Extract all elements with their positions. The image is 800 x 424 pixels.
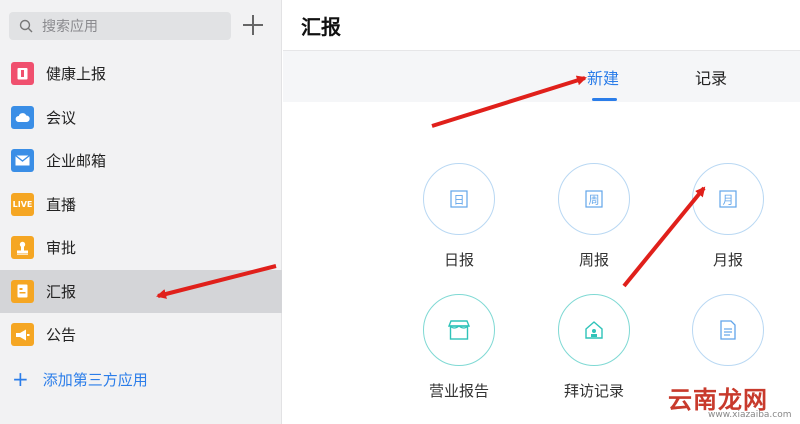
tile-visit-record[interactable]: 拜访记录 (549, 294, 639, 401)
tile-document-report[interactable] (683, 294, 773, 380)
active-tab-indicator (592, 98, 617, 101)
stamp-icon (11, 236, 34, 260)
sidebar-item-label: 健康上报 (46, 65, 107, 84)
store-icon (423, 294, 495, 366)
plus-icon: + (12, 367, 29, 391)
tile-business-report[interactable]: 营业报告 (414, 294, 504, 401)
watermark-url: www.xiazaiba.com (708, 410, 792, 420)
sidebar-item-label: 审批 (46, 239, 77, 258)
sidebar: 搜索应用 健康上报 会议 企业邮箱 LIVE 直播 审批 汇报 公告 + 添加第… (0, 0, 282, 424)
page-title: 汇报 (301, 15, 341, 39)
tile-label: 月报 (712, 251, 743, 269)
tab-bar: 新建 记录 (283, 50, 800, 102)
cloud-meeting-icon (11, 105, 34, 129)
daily-report-icon: 日 (423, 163, 495, 235)
monthly-report-icon: 月 (692, 163, 764, 235)
document-icon (692, 294, 764, 366)
weekly-report-icon: 周 (558, 163, 630, 235)
svg-text:月: 月 (723, 194, 734, 207)
tile-daily-report[interactable]: 日 日报 (414, 163, 504, 270)
sidebar-item-health-report[interactable]: 健康上报 (0, 52, 282, 96)
sidebar-item-label: 会议 (46, 108, 77, 127)
mail-icon (11, 149, 34, 173)
tile-weekly-report[interactable]: 周 周报 (549, 163, 639, 270)
tab-records[interactable]: 记录 (695, 65, 727, 89)
sidebar-item-live[interactable]: LIVE 直播 (0, 183, 282, 227)
main-panel: 汇报 新建 记录 日 日报 周 周报 月 月报 营业报告 拜访记录 (283, 0, 800, 424)
sidebar-item-meeting[interactable]: 会议 (0, 96, 282, 140)
sidebar-item-label: 企业邮箱 (46, 152, 107, 171)
sidebar-item-announcement[interactable]: 公告 (0, 313, 282, 357)
megaphone-icon (11, 323, 34, 347)
tile-label: 拜访记录 (563, 382, 624, 400)
sidebar-item-report[interactable]: 汇报 (0, 269, 282, 313)
tile-label: 营业报告 (428, 382, 489, 400)
add-third-party-app-link[interactable]: + 添加第三方应用 (0, 358, 282, 400)
watermark: 云南龙网 www.xiazaiba.com (662, 378, 798, 422)
tile-monthly-report[interactable]: 月 月报 (683, 163, 773, 270)
add-third-party-label: 添加第三方应用 (42, 370, 148, 389)
live-icon: LIVE (11, 192, 34, 216)
sidebar-item-label: 直播 (46, 195, 77, 214)
search-placeholder: 搜索应用 (42, 19, 98, 35)
health-report-icon (11, 62, 34, 86)
add-app-button[interactable] (242, 14, 264, 36)
search-icon (19, 19, 33, 33)
svg-text:周: 周 (589, 194, 600, 207)
tab-new[interactable]: 新建 (587, 65, 619, 89)
sidebar-item-label: 公告 (46, 326, 77, 345)
sidebar-item-label: 汇报 (46, 282, 77, 301)
tile-label: 日报 (443, 251, 474, 269)
sidebar-item-mail[interactable]: 企业邮箱 (0, 139, 282, 183)
home-visit-icon (558, 294, 630, 366)
sidebar-item-approval[interactable]: 审批 (0, 226, 282, 270)
tile-label: 周报 (578, 251, 609, 269)
report-icon (11, 279, 34, 303)
search-box[interactable]: 搜索应用 (9, 12, 231, 40)
svg-text:日: 日 (454, 194, 465, 207)
sidebar-nav: 健康上报 会议 企业邮箱 LIVE 直播 审批 汇报 公告 (0, 52, 282, 357)
